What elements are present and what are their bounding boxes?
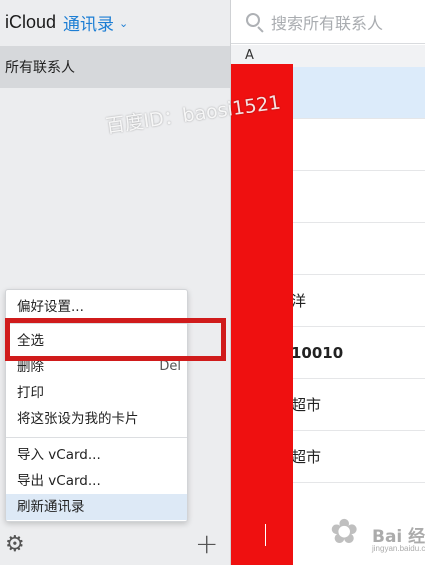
highlight-frame [5, 318, 226, 361]
paw-icon: ✿ [330, 512, 359, 552]
app-title-dropdown[interactable]: 通讯录 [63, 10, 114, 35]
menu-item-print[interactable]: 打印 [6, 380, 187, 406]
search-input[interactable]: 搜索所有联系人 [271, 10, 383, 34]
watermark-logo-sub: jingyan.baidu.com [372, 544, 425, 553]
menu-item-export-vcard[interactable]: 导出 vCard... [6, 468, 187, 494]
redaction-block [231, 64, 293, 565]
sidebar-footer: ⚙ + [0, 525, 230, 565]
search-icon [245, 12, 265, 33]
gear-icon[interactable]: ⚙ [5, 533, 29, 557]
sidebar-item-all-contacts[interactable]: 所有联系人 [0, 46, 230, 88]
menu-item-set-my-card[interactable]: 将这张设为我的卡片 [6, 406, 187, 432]
search-bar[interactable]: 搜索所有联系人 [231, 0, 425, 44]
sidebar-item-label: 所有联系人 [5, 60, 75, 76]
menu-item-import-vcard[interactable]: 导入 vCard... [6, 442, 187, 468]
menu-item-preferences[interactable]: 偏好设置... [6, 294, 187, 320]
watermark-logo: ✿ Bai 经验 jingyan.baidu.com [282, 510, 425, 560]
menu-item-refresh[interactable]: 刷新通讯录 [6, 494, 187, 520]
app-brand: iCloud [5, 11, 57, 32]
chevron-down-icon[interactable]: ⌄ [119, 17, 128, 30]
text-cursor [265, 524, 266, 546]
add-contact-button[interactable]: + [195, 530, 219, 558]
sidebar-header: iCloud 通讯录 ⌄ [0, 0, 230, 44]
menu-divider [6, 437, 187, 438]
